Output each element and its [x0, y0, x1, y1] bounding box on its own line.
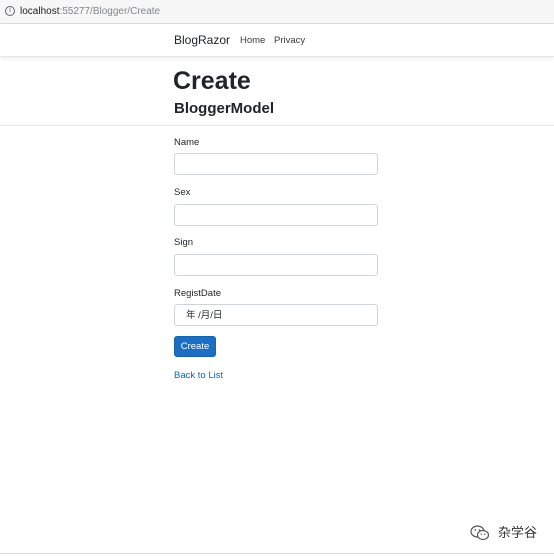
url-host: localhost: [20, 6, 60, 17]
url-path: :55277/Blogger/Create: [59, 6, 161, 17]
name-input[interactable]: [174, 153, 378, 175]
regist-date-input[interactable]: 年 /月/日: [174, 304, 378, 326]
nav-link-home[interactable]: Home: [240, 35, 265, 46]
browser-address-bar[interactable]: i localhost:55277/Blogger/Create: [0, 0, 554, 24]
create-button[interactable]: Create: [174, 336, 216, 357]
regist-date-value: 年 /月/日: [186, 310, 223, 321]
nav-link-privacy[interactable]: Privacy: [274, 35, 305, 46]
watermark-text: 杂学谷: [498, 525, 538, 540]
page-title: Create: [173, 67, 251, 95]
regist-date-label: RegistDate: [174, 288, 221, 299]
name-label: Name: [174, 137, 200, 148]
section-divider: [0, 125, 554, 126]
navbar-brand-link[interactable]: BlogRazor: [174, 33, 230, 47]
back-to-list-link[interactable]: Back to List: [174, 370, 223, 382]
wechat-icon: [470, 525, 490, 541]
page-subtitle: BloggerModel: [174, 100, 274, 117]
sign-label: Sign: [174, 237, 194, 248]
info-circle-icon[interactable]: i: [5, 6, 15, 16]
url-text[interactable]: localhost:55277/Blogger/Create: [20, 5, 160, 19]
sign-input[interactable]: [174, 254, 378, 276]
top-navbar: BlogRazor Home Privacy: [0, 24, 554, 57]
bottom-divider: [0, 553, 554, 554]
sex-input[interactable]: [174, 204, 378, 226]
sex-label: Sex: [174, 187, 191, 198]
